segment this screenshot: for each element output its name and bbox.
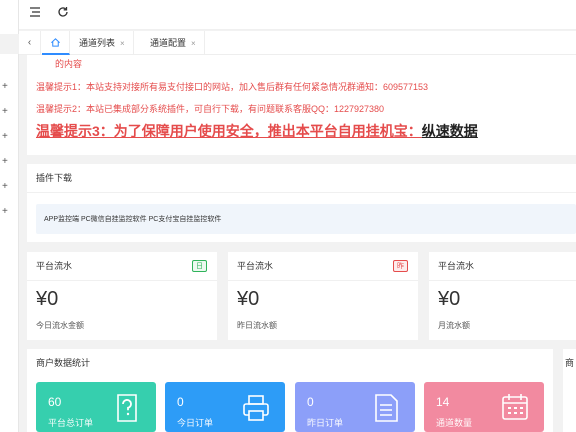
amount-caption: 今日流水金额	[36, 321, 84, 330]
tab-channel-config[interactable]: 通道配置 ×	[142, 31, 205, 55]
sidebar-active-item[interactable]	[0, 34, 19, 54]
notice-line-1: 温馨提示1：本站支持对接所有易支付接口的网站，加入售后群有任何紧急情况群通知：6…	[36, 82, 429, 92]
merchant-side-card: 商	[563, 349, 576, 432]
tile-label: 平台总订单	[48, 418, 94, 428]
tile-value: 60	[48, 395, 62, 409]
tab-scroll-left-icon[interactable]: ‹	[19, 31, 41, 55]
day-badge: 日	[192, 260, 207, 272]
document-list-icon	[375, 394, 398, 422]
tab-label: 通道列表	[79, 38, 116, 48]
card-title: 插件下载	[36, 173, 73, 183]
notice-panel: 的内容 温馨提示1：本站支持对接所有易支付接口的网站，加入售后群有任何紧急情况群…	[27, 55, 576, 155]
tab-channel-list[interactable]: 通道列表 ×	[71, 31, 134, 55]
calendar-icon	[502, 394, 528, 420]
tile-value: 0	[307, 395, 314, 409]
close-icon[interactable]: ×	[191, 39, 196, 48]
divider	[429, 280, 576, 281]
menu-toggle-icon[interactable]	[28, 6, 42, 20]
card-title: 平台流水	[237, 261, 274, 271]
stat-card-month: 平台流水 ¥0 月流水额	[429, 252, 576, 340]
card-title: 商户数据统计	[36, 358, 91, 368]
amount-value: ¥0	[237, 288, 260, 310]
tile-label: 今日订单	[177, 418, 214, 428]
top-bar	[19, 0, 576, 30]
amount-value: ¥0	[36, 288, 59, 310]
stat-tile-yesterday-orders[interactable]: 0 昨日订单	[295, 382, 415, 432]
tab-label: 通道配置	[150, 38, 187, 48]
tile-value: 14	[436, 395, 450, 409]
tab-home[interactable]	[42, 31, 70, 55]
amount-caption: 昨日流水额	[237, 321, 277, 330]
notice-line-0: 的内容	[55, 59, 83, 69]
home-icon	[51, 38, 60, 47]
stat-tile-channel-count[interactable]: 14 通道数量	[424, 382, 544, 432]
tile-label: 通道数量	[436, 418, 473, 428]
sidebar-expand-icon[interactable]: +	[2, 82, 8, 92]
tile-label: 昨日订单	[307, 418, 344, 428]
tab-bar: ‹ 通道列表 × 通道配置 ×	[19, 31, 576, 55]
sidebar-expand-icon[interactable]: +	[2, 132, 8, 142]
stat-tile-today-orders[interactable]: 0 今日订单	[165, 382, 285, 432]
help-doc-icon	[117, 394, 137, 422]
plugin-links[interactable]: APP监控端 PC微信自挂监控软件 PC支付宝自挂监控软件	[44, 214, 221, 224]
stat-card-yesterday: 平台流水 昨 ¥0 昨日流水额	[228, 252, 418, 340]
notice-line-2: 温馨提示2：本站已集成部分系统插件，可自行下载，有问题联系客服QQ：122792…	[36, 104, 385, 114]
notice-headline-link[interactable]: 纵速数据	[422, 123, 478, 139]
card-title: 平台流水	[36, 261, 73, 271]
notice-headline: 温馨提示3：为了保障用户使用安全，推出本平台自用挂机宝：纵速数据	[36, 121, 478, 141]
amount-caption: 月流水额	[438, 321, 470, 330]
close-icon[interactable]: ×	[120, 39, 125, 48]
plugin-links-box: APP监控端 PC微信自挂监控软件 PC支付宝自挂监控软件	[36, 204, 576, 234]
notice-headline-text: 温馨提示3：为了保障用户使用安全，推出本平台自用挂机宝：	[36, 123, 422, 139]
stat-tile-total-orders[interactable]: 60 平台总订单	[36, 382, 156, 432]
plugin-download-card: 插件下载 APP监控端 PC微信自挂监控软件 PC支付宝自挂监控软件	[27, 164, 576, 242]
sidebar-expand-icon[interactable]: +	[2, 107, 8, 117]
sidebar-expand-icon[interactable]: +	[2, 207, 8, 217]
divider	[27, 280, 217, 281]
sidebar-expand-icon[interactable]: +	[2, 182, 8, 192]
refresh-icon[interactable]	[56, 6, 70, 20]
merchant-stats-card: 商户数据统计 60 平台总订单 0 今日订单 0 昨日订单 14 通道数量	[27, 349, 553, 432]
card-title: 商	[565, 358, 575, 368]
divider	[228, 280, 418, 281]
tile-value: 0	[177, 395, 184, 409]
printer-icon	[243, 395, 269, 421]
card-title: 平台流水	[438, 261, 475, 271]
stat-card-today: 平台流水 日 ¥0 今日流水金额	[27, 252, 217, 340]
yesterday-badge: 昨	[393, 260, 408, 272]
sidebar-expand-icon[interactable]: +	[2, 157, 8, 167]
divider	[27, 192, 576, 193]
amount-value: ¥0	[438, 288, 461, 310]
sidebar: + + + + + +	[0, 0, 19, 432]
